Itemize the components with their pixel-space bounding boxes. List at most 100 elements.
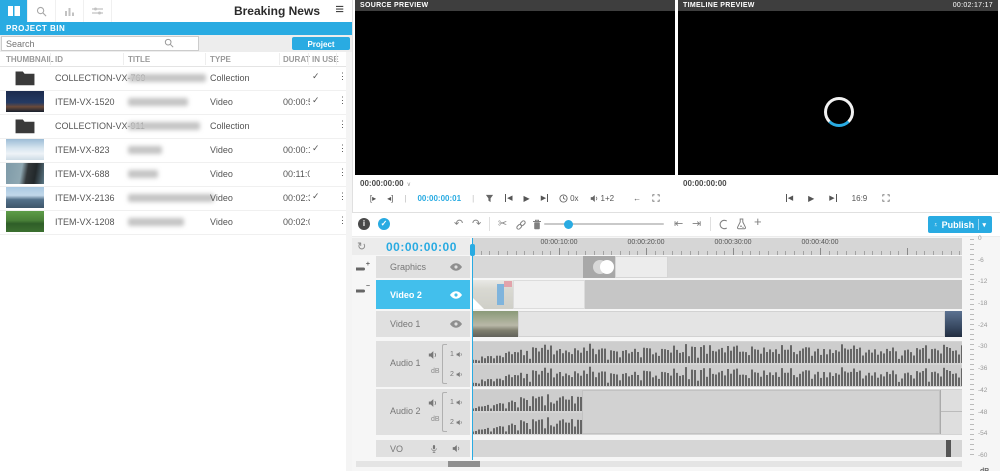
track-header-vo[interactable]: VO [376,440,470,457]
video-clip-thumbnail[interactable] [472,311,518,337]
track-content-graphics[interactable] [472,256,962,278]
publish-button[interactable]: Publish ▾ [928,216,992,233]
track-label: Video 1 [390,319,420,329]
timeline-zoom-slider[interactable] [544,223,664,225]
link-clips-button[interactable] [515,219,527,231]
speaker-icon[interactable] [428,398,438,408]
timeline-video-area[interactable] [678,11,998,175]
track-header-audio1[interactable]: Audio 1 dB 1 2 [376,341,470,387]
video-editor-app: Breaking News ≡ PROJECT BIN Project Sett… [0,0,1000,471]
tab-stats[interactable] [56,0,84,22]
speaker-icon[interactable] [452,444,461,453]
hscrollbar-thumb[interactable] [448,461,480,467]
previous-frame-button[interactable]: ◀ [505,194,512,202]
eye-visibility-icon[interactable] [450,291,462,299]
fullscreen-icon[interactable] [882,194,890,202]
bin-row[interactable]: COLLECTION-VX-911 Collection ⋮ [0,114,352,139]
track-header-graphics[interactable]: Graphics [376,256,470,278]
col-duration: DURATION [283,55,310,64]
hamburger-menu-icon[interactable]: ≡ [335,1,344,18]
tab-project-bin[interactable] [0,0,28,22]
bin-row[interactable]: ITEM-VX-823 Video 00:00:1 ✓ ⋮ [0,138,352,163]
fullscreen-icon[interactable] [652,194,660,202]
next-frame-button[interactable]: ▶ [541,194,548,202]
refresh-icon[interactable]: ↻ [357,240,366,253]
video-thumbnail [6,163,44,184]
audio-level-meter: 0-6 -12-18 -24-30 -36-42 -48-54 -60 dB [966,237,1000,465]
play-button[interactable]: ▶ [808,194,814,203]
mark-in-button[interactable]: [▸ [370,194,376,203]
track-content-audio1[interactable] [472,341,962,387]
track-header-video2[interactable]: Video 2 [376,280,470,309]
separator: | [472,194,474,203]
video-thumbnail [6,187,44,208]
graphics-clip[interactable] [615,256,668,278]
track-header-audio2[interactable]: Audio 2 dB 1 2 [376,389,470,435]
video-clip[interactable] [518,311,945,337]
bin-row[interactable]: ITEM-VX-1208 Video 00:02:0 ⋮ [0,210,352,235]
graphics-clip[interactable] [583,256,615,278]
playback-speed-button[interactable]: 0x [559,194,578,203]
audio-clip-waveform[interactable] [472,413,582,434]
source-timecode[interactable]: 00:00:00:00∨ [360,179,411,188]
timeline-hscrollbar[interactable] [356,461,962,467]
tab-settings[interactable] [84,0,112,22]
track-header-video1[interactable]: Video 1 [376,311,470,337]
delete-button[interactable] [532,219,542,230]
video-clip-thumbnail[interactable] [472,280,513,309]
track-content-audio2[interactable] [472,389,962,435]
timeline-ruler[interactable]: 00:00:10:00 00:00:20:00 00:00:30:00 00:0… [472,238,962,255]
add-track-button[interactable]: + [754,216,762,228]
next-frame-button[interactable]: ▶ [829,194,836,202]
track-content-video1[interactable] [472,311,962,337]
speaker-icon[interactable] [428,350,438,360]
redo-button[interactable]: ↷ [472,218,481,230]
bin-row[interactable]: ITEM-VX-688 Video 00:11:0 ⋮ [0,162,352,187]
add-to-timeline-icon[interactable] [485,194,494,203]
col-title: TITLE [128,55,150,64]
item-title-redacted [128,170,158,180]
tab-search[interactable] [28,0,56,22]
aspect-ratio-button[interactable]: 16:9 [852,194,868,203]
publish-dropdown-caret[interactable]: ▾ [982,221,986,229]
timeline-duration: 00:02:17:17 [953,0,993,11]
video-clip[interactable] [513,280,585,309]
insert-mode-icon[interactable]: ⇤ [674,218,683,230]
audio-clip-waveform[interactable] [472,390,582,411]
track-content-video2[interactable] [472,280,962,309]
project-setting-button[interactable]: Project Setting [292,37,350,50]
razor-cut-button[interactable]: ✂ [498,218,507,230]
audio-clip-waveform[interactable] [472,365,962,386]
bin-row[interactable]: ITEM-VX-2136 Video 00:02:3 ✓ ⋮ [0,186,352,211]
video-clip-thumbnail[interactable] [945,311,962,337]
vo-end-handle[interactable] [946,440,951,457]
back-arrow-icon[interactable]: ← [633,194,641,203]
play-button[interactable]: ▶ [524,194,530,203]
track-content-vo[interactable] [472,440,962,457]
overwrite-mode-icon[interactable]: ⇥ [692,218,701,230]
eye-visibility-icon[interactable] [450,320,462,328]
loading-spinner [824,97,854,127]
previous-frame-button[interactable]: ◀ [786,194,793,202]
source-preview-title: SOURCE PREVIEW [355,0,675,11]
source-video-area[interactable] [355,11,675,175]
audio-clip-waveform[interactable] [472,342,962,363]
bin-row[interactable]: COLLECTION-VX-769 Collection ✓ ⋮ [0,66,352,91]
item-title-redacted [128,146,162,156]
eye-visibility-icon[interactable] [450,263,462,271]
curve-tool-icon[interactable] [718,219,729,230]
col-type: TYPE [210,55,231,64]
audio-clip[interactable] [940,390,962,434]
db-label: dB [431,416,440,423]
bin-row[interactable]: ITEM-VX-1520 Video 00:00:5 ✓ ⋮ [0,90,352,115]
select-check-icon[interactable]: ✓ [378,218,390,230]
voiceover-tool-icon[interactable] [736,218,747,230]
mark-out-button[interactable]: ◂] [387,194,393,203]
microphone-icon[interactable] [430,444,438,454]
zoom-slider-handle[interactable] [564,220,573,229]
audio-channels-button[interactable]: 1+2 [590,194,615,203]
audio-clip-empty[interactable] [582,390,940,434]
undo-button[interactable]: ↶ [454,218,463,230]
playhead-handle[interactable] [470,244,475,256]
info-icon[interactable]: i [358,218,370,230]
